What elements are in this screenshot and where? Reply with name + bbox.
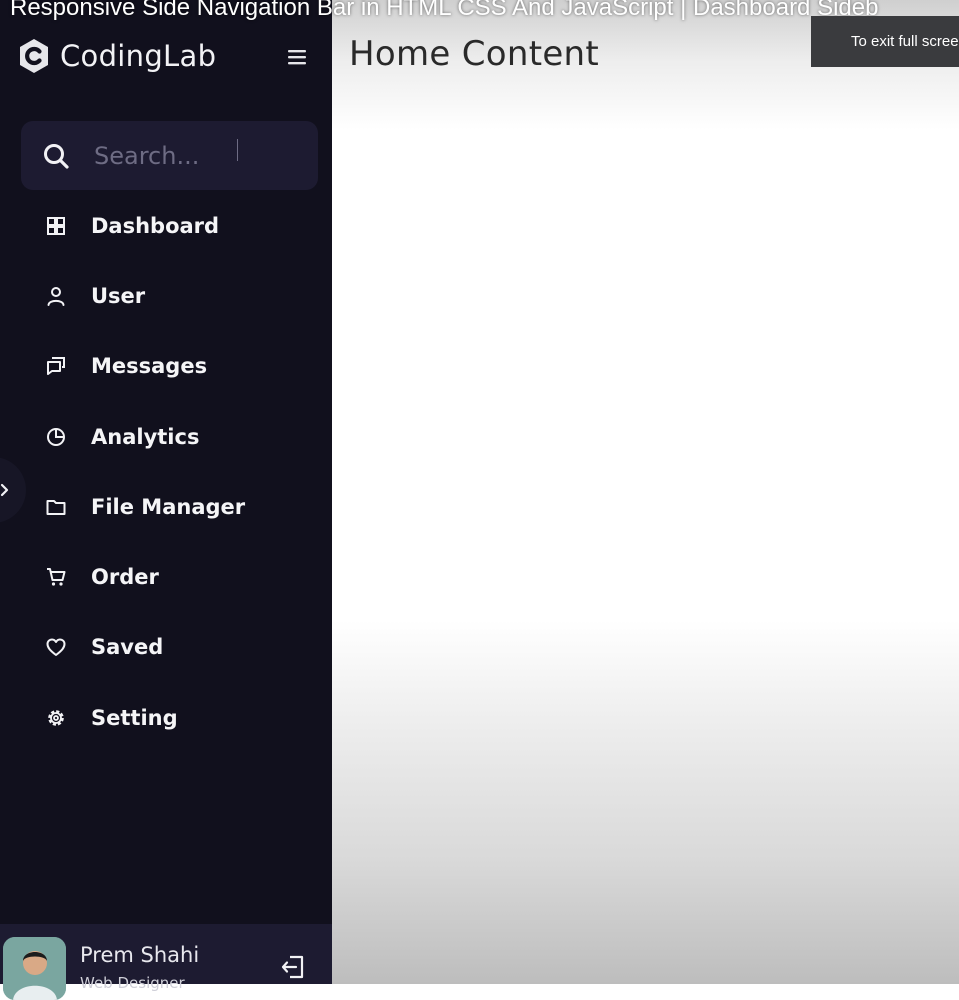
folder-icon bbox=[46, 500, 66, 515]
sidebar-item-label: Dashboard bbox=[91, 214, 220, 238]
text-cursor bbox=[237, 139, 238, 161]
user-icon bbox=[47, 287, 65, 306]
hamburger-menu-icon[interactable] bbox=[286, 46, 308, 68]
sidebar-item-label: Messages bbox=[91, 354, 208, 378]
sidebar-item-order[interactable]: Order bbox=[21, 550, 318, 604]
fullscreen-exit-hint: To exit full screen bbox=[811, 16, 959, 67]
gear-icon bbox=[48, 710, 64, 726]
brand-name: CodingLab bbox=[60, 39, 217, 73]
sidebar-item-setting[interactable]: Setting bbox=[21, 691, 318, 745]
cart-icon bbox=[47, 568, 66, 586]
sidebar-item-label: Saved bbox=[91, 635, 164, 659]
sidebar-item-saved[interactable]: Saved bbox=[21, 620, 318, 674]
chevron-right-icon bbox=[0, 483, 9, 497]
fullscreen-exit-hint-text: To exit full screen bbox=[851, 33, 959, 50]
profile-role: Web Designer bbox=[80, 974, 185, 992]
profile-name: Prem Shahi bbox=[80, 943, 200, 967]
sidebar-item-label: Setting bbox=[91, 706, 178, 730]
page-title: Home Content bbox=[349, 34, 600, 74]
pie-chart-icon bbox=[47, 428, 65, 446]
sidebar-item-label: Analytics bbox=[91, 425, 200, 449]
search-icon[interactable] bbox=[42, 142, 70, 170]
chat-icon bbox=[47, 357, 65, 375]
sidebar-item-label: File Manager bbox=[91, 495, 246, 519]
sidebar-item-label: User bbox=[91, 284, 146, 308]
brand-logo[interactable]: CodingLab bbox=[18, 38, 216, 74]
main-content: Home Content bbox=[332, 0, 959, 984]
heart-icon bbox=[46, 638, 66, 656]
search-box[interactable] bbox=[21, 121, 318, 190]
search-input[interactable] bbox=[92, 134, 266, 177]
avatar bbox=[3, 937, 66, 1000]
profile-section: Prem Shahi Web Designer bbox=[0, 924, 332, 1000]
grid-icon bbox=[47, 217, 65, 235]
sidebar-item-file-manager[interactable]: File Manager bbox=[21, 480, 318, 534]
sidebar-item-messages[interactable]: Messages bbox=[21, 339, 318, 393]
video-title: Responsive Side Navigation Bar in HTML C… bbox=[10, 0, 879, 21]
sidebar-item-dashboard[interactable]: Dashboard bbox=[21, 199, 318, 253]
sidebar-item-label: Order bbox=[91, 565, 159, 589]
sidebar: CodingLab Dashboard User bbox=[0, 0, 332, 1000]
coding-lab-logo-icon bbox=[20, 39, 48, 73]
logout-icon[interactable] bbox=[280, 954, 306, 980]
sidebar-item-user[interactable]: User bbox=[21, 269, 318, 323]
sidebar-item-analytics[interactable]: Analytics bbox=[21, 410, 318, 464]
